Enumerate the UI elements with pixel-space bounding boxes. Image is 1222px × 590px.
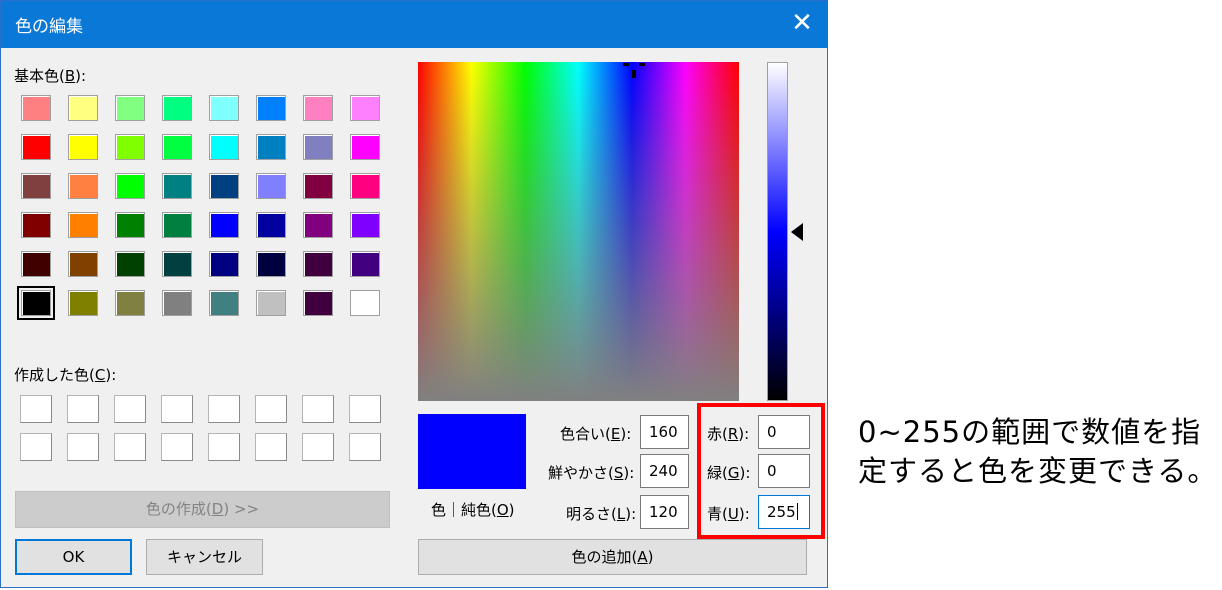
basic-color-swatch[interactable] xyxy=(350,290,380,316)
hue-input[interactable]: 160 xyxy=(640,415,689,449)
basic-color-swatch[interactable] xyxy=(256,251,286,277)
color-spectrum[interactable] xyxy=(418,62,739,401)
saturation-label: 鮮やかさ(S): xyxy=(548,464,635,482)
basic-color-swatch[interactable] xyxy=(68,95,98,121)
close-button[interactable]: ✕ xyxy=(777,1,827,48)
custom-color-slot[interactable] xyxy=(302,433,334,461)
basic-color-swatch[interactable] xyxy=(115,290,145,316)
basic-color-swatch[interactable] xyxy=(303,95,333,121)
luminance-slider-arrow-icon[interactable] xyxy=(791,223,803,241)
basic-color-swatch[interactable] xyxy=(115,134,145,160)
basic-color-swatch[interactable] xyxy=(303,134,333,160)
title-bar: 色の編集 ✕ xyxy=(1,1,827,48)
basic-color-swatch[interactable] xyxy=(256,134,286,160)
basic-color-swatch[interactable] xyxy=(209,134,239,160)
hue-label: 色合い(E): xyxy=(560,425,632,443)
basic-color-swatch[interactable] xyxy=(21,95,51,121)
custom-color-slot[interactable] xyxy=(161,395,193,423)
basic-color-swatch[interactable] xyxy=(350,212,380,238)
basic-color-swatch[interactable] xyxy=(68,251,98,277)
custom-color-slot[interactable] xyxy=(349,433,381,461)
basic-color-swatch[interactable] xyxy=(209,290,239,316)
custom-color-slot[interactable] xyxy=(114,433,146,461)
basic-color-swatch[interactable] xyxy=(68,212,98,238)
basic-color-swatch[interactable] xyxy=(17,286,55,320)
basic-color-swatch[interactable] xyxy=(21,251,51,277)
custom-color-slot[interactable] xyxy=(20,395,52,423)
cancel-button[interactable]: キャンセル xyxy=(146,539,263,575)
color-solid-label: 色｜純色(O) xyxy=(431,501,515,519)
saturation-input[interactable]: 240 xyxy=(640,454,689,488)
basic-color-swatch[interactable] xyxy=(209,95,239,121)
luminance-label: 明るさ(L): xyxy=(566,505,637,523)
basic-color-swatch[interactable] xyxy=(209,212,239,238)
custom-color-slot[interactable] xyxy=(20,433,52,461)
basic-color-swatch[interactable] xyxy=(115,95,145,121)
custom-color-slot[interactable] xyxy=(67,395,99,423)
custom-color-slot[interactable] xyxy=(208,395,240,423)
luminance-bar[interactable] xyxy=(767,62,788,401)
basic-color-swatch[interactable] xyxy=(303,212,333,238)
define-custom-colors-button[interactable]: 色の作成(D) >> xyxy=(15,491,390,528)
basic-color-swatch[interactable] xyxy=(209,251,239,277)
basic-color-swatch[interactable] xyxy=(115,251,145,277)
crosshair-icon xyxy=(623,63,645,78)
custom-color-slot[interactable] xyxy=(114,395,146,423)
basic-color-swatch[interactable] xyxy=(209,173,239,199)
basic-color-swatch[interactable] xyxy=(162,251,192,277)
basic-color-swatch[interactable] xyxy=(303,251,333,277)
custom-color-slot[interactable] xyxy=(67,433,99,461)
basic-color-swatch[interactable] xyxy=(256,95,286,121)
ok-button[interactable]: OK xyxy=(15,539,132,575)
basic-color-swatch[interactable] xyxy=(68,290,98,316)
basic-color-swatch[interactable] xyxy=(256,212,286,238)
basic-color-swatch[interactable] xyxy=(115,173,145,199)
luminance-input[interactable]: 120 xyxy=(640,495,689,529)
basic-color-swatch[interactable] xyxy=(68,134,98,160)
basic-color-swatch[interactable] xyxy=(162,173,192,199)
add-to-custom-colors-button[interactable]: 色の追加(A) xyxy=(418,539,807,575)
basic-color-swatch[interactable] xyxy=(162,290,192,316)
custom-color-slot[interactable] xyxy=(302,395,334,423)
basic-color-swatch[interactable] xyxy=(303,173,333,199)
basic-color-swatch[interactable] xyxy=(350,95,380,121)
basic-color-swatch[interactable] xyxy=(256,173,286,199)
custom-color-slot[interactable] xyxy=(255,433,287,461)
basic-color-swatch[interactable] xyxy=(303,290,333,316)
basic-color-swatch[interactable] xyxy=(21,173,51,199)
basic-color-swatch[interactable] xyxy=(115,212,145,238)
basic-color-swatch[interactable] xyxy=(21,134,51,160)
basic-color-swatch[interactable] xyxy=(68,173,98,199)
custom-color-slot[interactable] xyxy=(255,395,287,423)
close-icon: ✕ xyxy=(791,8,813,38)
rgb-highlight-box xyxy=(697,403,825,539)
color-preview xyxy=(418,414,526,489)
custom-color-slot[interactable] xyxy=(161,433,193,461)
basic-color-swatch[interactable] xyxy=(162,212,192,238)
annotation-text: 0~255の範囲で数値を指定すると色を変更できる。 xyxy=(858,415,1218,488)
basic-color-swatch[interactable] xyxy=(162,95,192,121)
basic-color-swatch[interactable] xyxy=(350,134,380,160)
custom-color-slot[interactable] xyxy=(349,395,381,423)
custom-colors-label: 作成した色(C): xyxy=(14,366,117,384)
basic-color-swatch[interactable] xyxy=(350,251,380,277)
dialog-title: 色の編集 xyxy=(15,17,83,37)
basic-color-swatch[interactable] xyxy=(162,134,192,160)
basic-color-swatch[interactable] xyxy=(256,290,286,316)
custom-color-slot[interactable] xyxy=(208,433,240,461)
basic-color-swatch[interactable] xyxy=(21,212,51,238)
basic-color-swatch[interactable] xyxy=(350,173,380,199)
basic-colors-label: 基本色(B): xyxy=(14,67,87,85)
